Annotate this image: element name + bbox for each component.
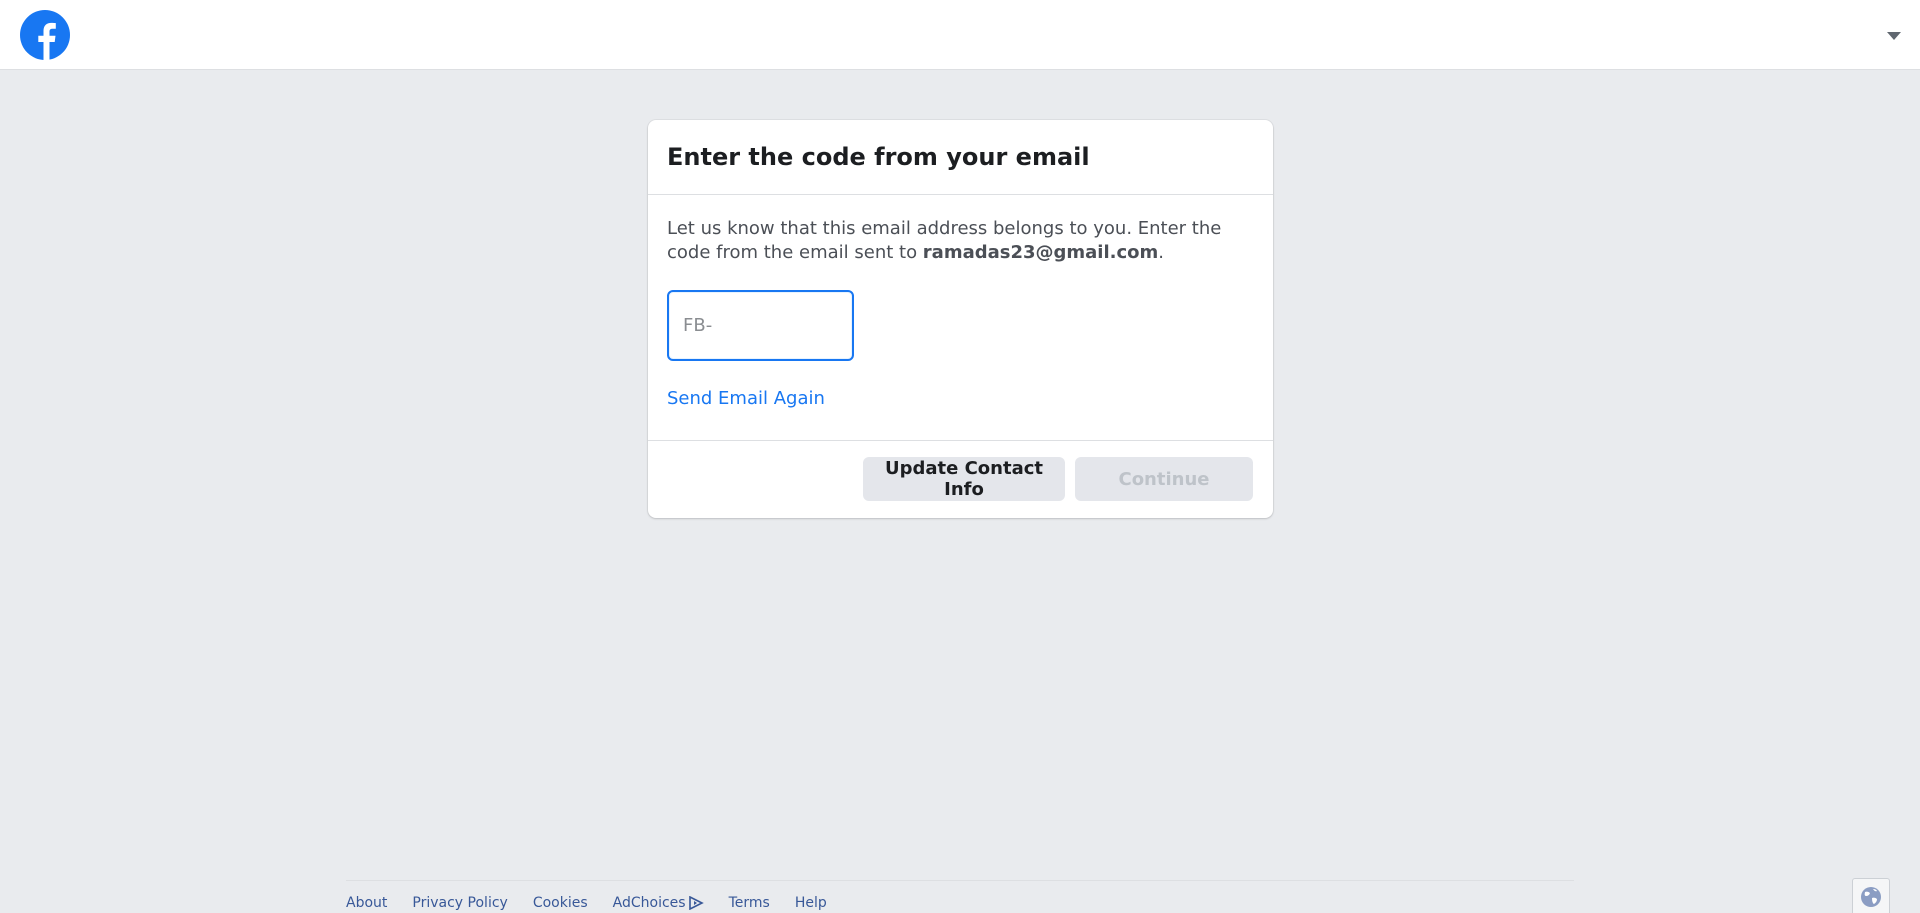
verification-dialog: Enter the code from your email Let us kn…	[648, 120, 1273, 518]
language-selector-button[interactable]	[1852, 878, 1890, 913]
update-contact-info-button[interactable]: Update Contact Info	[863, 457, 1065, 501]
footer-link-privacy-policy[interactable]: Privacy Policy	[412, 895, 507, 911]
facebook-logo-icon[interactable]	[20, 10, 70, 60]
globe-icon	[1861, 887, 1881, 907]
footer-link-about[interactable]: About	[346, 895, 387, 911]
dialog-title: Enter the code from your email	[667, 143, 1090, 171]
dialog-header: Enter the code from your email	[648, 120, 1273, 195]
footer-link-adchoices[interactable]: AdChoices	[613, 895, 704, 911]
page-footer: About Privacy Policy Cookies AdChoices T…	[346, 880, 1574, 911]
dialog-footer: Update Contact Info Continue	[648, 441, 1273, 517]
continue-button[interactable]: Continue	[1075, 457, 1253, 501]
dialog-description: Let us know that this email address belo…	[667, 217, 1237, 265]
email-address: ramadas23@gmail.com	[922, 242, 1159, 263]
footer-link-terms[interactable]: Terms	[729, 895, 770, 911]
send-email-again-link[interactable]: Send Email Again	[667, 388, 825, 409]
dialog-body: Let us know that this email address belo…	[648, 195, 1273, 441]
account-menu-button[interactable]	[1884, 26, 1904, 46]
adchoices-label: AdChoices	[612, 895, 686, 911]
adchoices-icon	[688, 896, 704, 910]
description-suffix: .	[1158, 242, 1165, 263]
top-bar	[0, 0, 1920, 70]
footer-link-help[interactable]: Help	[795, 895, 827, 911]
caret-down-icon	[1887, 32, 1901, 40]
footer-link-cookies[interactable]: Cookies	[533, 895, 588, 911]
code-input[interactable]	[667, 290, 854, 361]
